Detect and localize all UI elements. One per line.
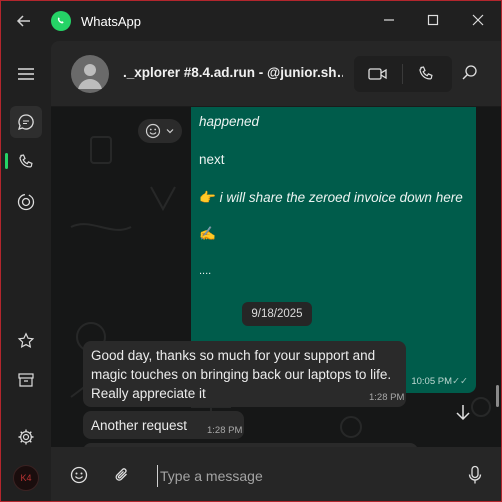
whatsapp-window: WhatsApp K4 ._xplorer #8.4.ad.run - @jun… (0, 0, 502, 502)
sidebar-item-starred[interactable] (10, 325, 42, 357)
chat-icon (18, 114, 34, 130)
read-receipt-icon: ✓✓ (452, 376, 468, 387)
star-icon (17, 332, 35, 349)
pointing-hand-emoji: 👉 (199, 190, 216, 205)
message-time: 1:28 PM (369, 392, 405, 403)
phone-icon (19, 154, 33, 168)
close-icon[interactable] (467, 10, 489, 30)
back-arrow-icon[interactable] (15, 12, 35, 30)
menu-icon[interactable] (10, 58, 42, 90)
sidebar-rail (1, 41, 51, 501)
incoming-message[interactable]: Good day, thanks so much for your suppor… (83, 341, 406, 407)
whatsapp-logo-icon (51, 11, 71, 31)
message-text-line: .... (199, 265, 212, 277)
arrow-down-icon (456, 405, 470, 421)
phone-icon (419, 66, 433, 80)
mic-icon (468, 465, 482, 484)
message-text-line: Another request (91, 418, 188, 433)
emoji-icon (145, 123, 161, 139)
scrollbar-thumb[interactable] (496, 385, 499, 407)
chat-header: ._xplorer #8.4.ad.run - @junior.sh… (51, 41, 501, 107)
message-text-line: magic touches on bringing back our lapto… (91, 367, 392, 382)
message-time: 10:05 PM (411, 376, 452, 387)
chevron-down-icon (166, 129, 174, 134)
minimize-icon[interactable] (378, 10, 400, 30)
reaction-button[interactable] (138, 119, 182, 143)
writing-hand-emoji: ✍️ (199, 226, 216, 241)
message-text-line: Really appreciate it (91, 386, 206, 401)
separator (402, 64, 403, 84)
status-icon (17, 193, 35, 211)
maximize-icon[interactable] (422, 10, 444, 30)
title-bar: WhatsApp (1, 1, 501, 41)
incoming-message[interactable]: Another request 1:28 PM (83, 411, 244, 439)
date-separator: 9/18/2025 (242, 302, 312, 326)
gear-icon (18, 429, 34, 445)
contact-avatar[interactable] (71, 55, 109, 93)
attach-button[interactable] (110, 463, 134, 487)
video-call-button[interactable] (358, 62, 398, 86)
message-text-line: next (199, 152, 225, 167)
message-text-line: 👉 i will share the zeroed invoice down h… (199, 190, 463, 206)
paperclip-icon (115, 468, 127, 481)
message-composer: Type a message (51, 447, 501, 501)
active-indicator (5, 153, 8, 169)
message-text-line: Good day, thanks so much for your suppor… (91, 348, 376, 363)
message-text-line: happened (199, 114, 260, 129)
emoji-button[interactable] (67, 463, 91, 487)
message-input[interactable]: Type a message (157, 465, 447, 487)
video-icon (368, 68, 387, 80)
message-text-italic: i will share the zeroed invoice down her… (219, 190, 463, 205)
contact-name[interactable]: ._xplorer #8.4.ad.run - @junior.sh… (123, 65, 343, 80)
sidebar-item-status[interactable] (10, 186, 42, 218)
sidebar-item-archived[interactable] (10, 364, 42, 396)
message-time: 1:28 PM (207, 425, 243, 436)
call-buttons (354, 56, 452, 92)
sidebar-item-calls[interactable] (10, 146, 42, 178)
message-list[interactable]: … happened next 👉 i will share the zeroe… (51, 107, 501, 447)
sidebar-item-chats[interactable] (10, 106, 42, 138)
voice-call-button[interactable] (406, 62, 446, 86)
sidebar-item-settings[interactable] (10, 421, 42, 453)
profile-avatar[interactable]: K4 (13, 465, 39, 491)
search-icon[interactable] (461, 64, 481, 84)
app-title: WhatsApp (81, 14, 141, 29)
mic-button[interactable] (463, 463, 487, 487)
emoji-icon (70, 466, 88, 484)
archive-icon (18, 373, 34, 387)
scroll-to-bottom-button[interactable] (448, 397, 478, 427)
